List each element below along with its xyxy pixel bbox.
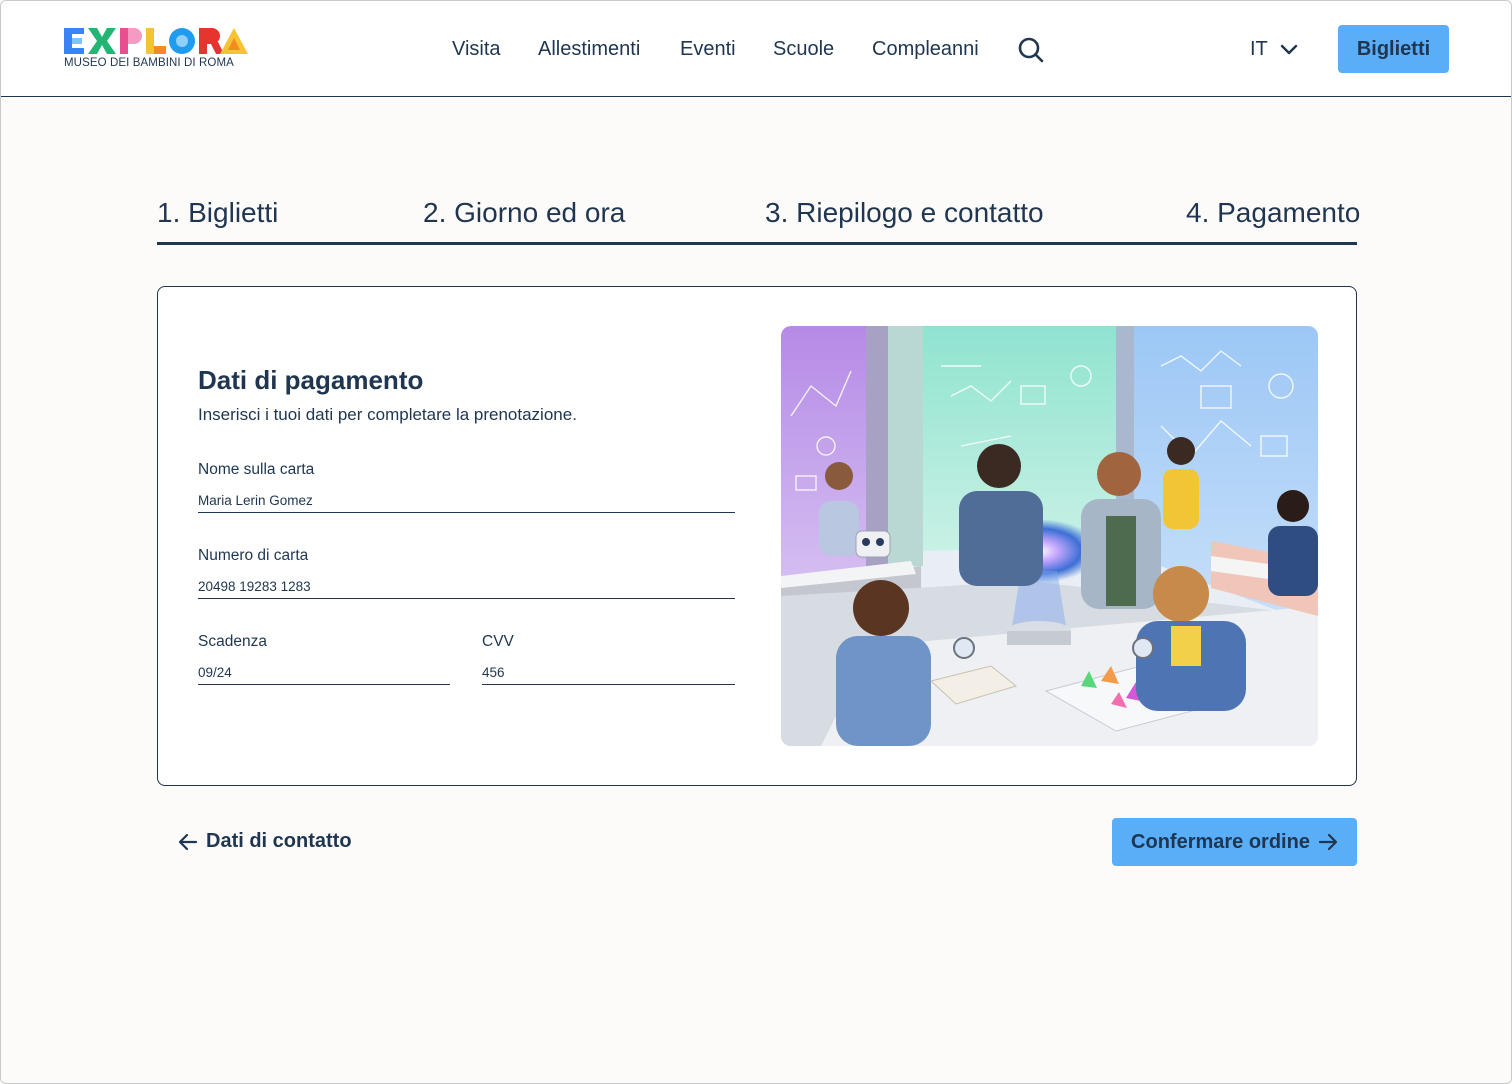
science-lab-illustration: [781, 326, 1318, 746]
nav-eventi[interactable]: Eventi: [680, 38, 736, 61]
nav-allestimenti[interactable]: Allestimenti: [538, 38, 640, 61]
language-label: IT: [1250, 38, 1268, 60]
cvv-input[interactable]: [482, 661, 735, 685]
tickets-button[interactable]: Biglietti: [1338, 25, 1449, 73]
arrow-right-icon: [1318, 833, 1338, 851]
step-riepilogo[interactable]: 3. Riepilogo e contatto: [765, 197, 1044, 229]
step-giorno-ora[interactable]: 2. Giorno ed ora: [423, 197, 625, 229]
nav-scuole[interactable]: Scuole: [773, 38, 834, 61]
payment-card: Dati di pagamento Inserisci i tuoi dati …: [157, 286, 1357, 786]
payment-subtitle: Inserisci i tuoi dati per completare la …: [198, 405, 577, 424]
arrow-left-icon: [178, 833, 198, 850]
card-name-field: Nome sulla carta: [198, 461, 735, 513]
kids-science-image: [781, 326, 1318, 746]
card-number-label: Numero di carta: [198, 547, 309, 564]
steps-progress-line: [157, 242, 1357, 245]
back-link-label: Dati di contatto: [206, 830, 352, 852]
language-selector[interactable]: IT: [1250, 38, 1298, 61]
checkout-steps: 1. Biglietti 2. Giorno ed ora 3. Riepilo…: [157, 197, 1360, 245]
confirm-order-button[interactable]: Confermare ordine: [1112, 818, 1357, 866]
page: MUSEO DEI BAMBINI DI ROMA Visita Allesti…: [0, 0, 1512, 1084]
expiry-field: Scadenza: [198, 633, 450, 685]
card-name-label: Nome sulla carta: [198, 461, 315, 478]
confirm-order-label: Confermare ordine: [1131, 830, 1310, 853]
logo[interactable]: MUSEO DEI BAMBINI DI ROMA: [64, 28, 254, 72]
logo-mark: [64, 28, 248, 54]
card-name-input[interactable]: [198, 489, 735, 513]
chevron-down-icon: [1280, 44, 1297, 54]
header: MUSEO DEI BAMBINI DI ROMA Visita Allesti…: [1, 1, 1511, 97]
step-biglietti[interactable]: 1. Biglietti: [157, 197, 278, 229]
cvv-label: CVV: [482, 633, 514, 650]
payment-title: Dati di pagamento: [198, 365, 424, 395]
nav-compleanni[interactable]: Compleanni: [872, 38, 979, 61]
search-icon[interactable]: [1018, 37, 1044, 63]
back-to-contact-link[interactable]: Dati di contatto: [178, 830, 352, 853]
cvv-field: CVV: [482, 633, 735, 685]
expiry-label: Scadenza: [198, 633, 267, 650]
step-pagamento[interactable]: 4. Pagamento: [1186, 197, 1360, 229]
expiry-input[interactable]: [198, 661, 450, 685]
logo-subtitle: MUSEO DEI BAMBINI DI ROMA: [64, 57, 234, 69]
card-number-field: Numero di carta: [198, 547, 735, 599]
card-number-input[interactable]: [198, 575, 735, 599]
nav-visita[interactable]: Visita: [452, 38, 501, 61]
